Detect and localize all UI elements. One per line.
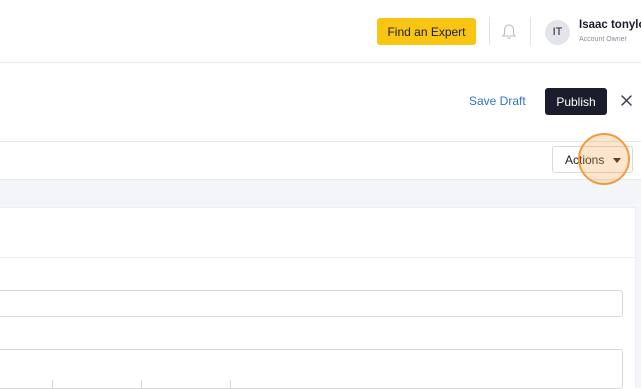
close-icon[interactable] [620,94,633,107]
save-draft-link[interactable]: Save Draft [469,94,526,108]
user-name[interactable]: Isaac tonylo [579,19,641,31]
divider [489,17,490,45]
card-divider [0,257,636,258]
publish-button[interactable]: Publish [545,88,607,115]
actions-dropdown-button[interactable]: Actions [552,146,633,173]
top-navigation-bar: Find an Expert IT Isaac tonylo Account O… [0,0,641,63]
editor-header: Save Draft Publish [0,63,641,142]
toolbar: Actions [0,142,641,180]
avatar[interactable]: IT [545,20,570,45]
bell-icon[interactable] [501,23,517,40]
form-card [0,207,636,389]
caret-down-icon [613,158,621,163]
text-field[interactable] [0,290,623,317]
find-an-expert-button[interactable]: Find an Expert [377,18,476,45]
divider [530,17,531,45]
user-role: Account Owner [579,36,627,43]
actions-label: Actions [565,152,605,167]
text-area-field[interactable] [0,349,623,389]
